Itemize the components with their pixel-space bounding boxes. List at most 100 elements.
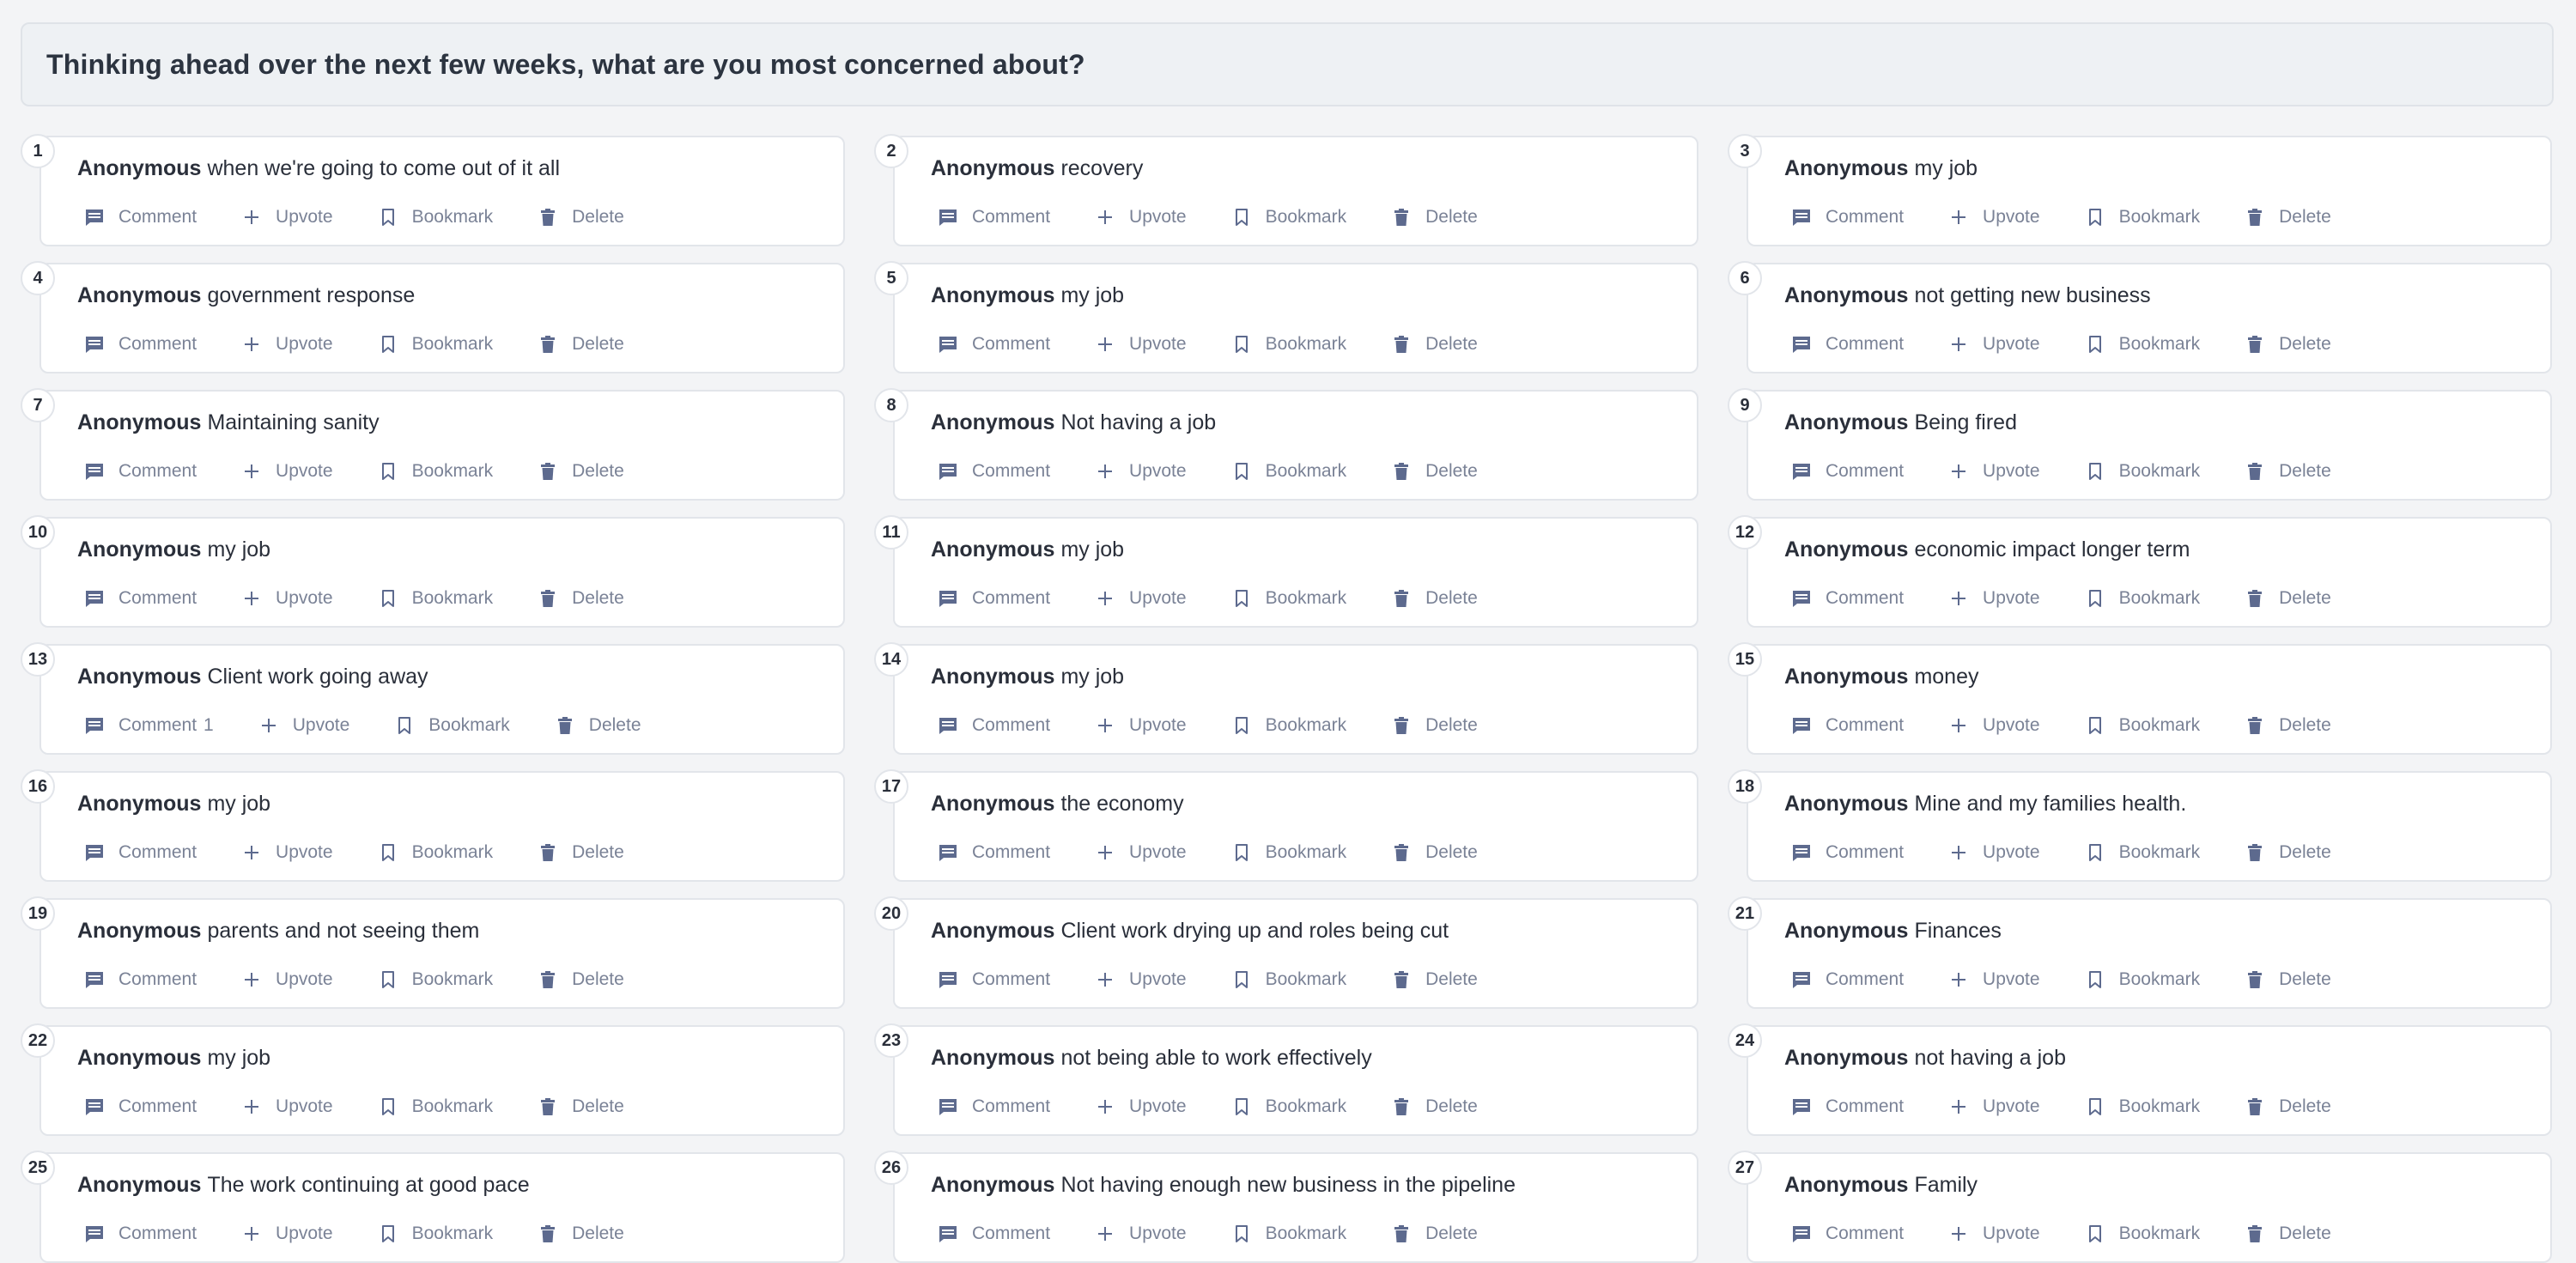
comment-button[interactable]: Comment	[1791, 1096, 1904, 1117]
delete-button[interactable]: Delete	[538, 461, 624, 482]
bookmark-button[interactable]: Bookmark	[2085, 1096, 2200, 1117]
upvote-button[interactable]: Upvote	[1095, 334, 1187, 355]
comment-button[interactable]: Comment	[938, 1096, 1050, 1117]
bookmark-button[interactable]: Bookmark	[378, 842, 493, 863]
upvote-button[interactable]: Upvote	[241, 842, 333, 863]
upvote-button[interactable]: Upvote	[1948, 842, 2040, 863]
delete-button[interactable]: Delete	[1391, 969, 1478, 990]
delete-button[interactable]: Delete	[2245, 1096, 2331, 1117]
delete-button[interactable]: Delete	[2245, 207, 2331, 228]
bookmark-button[interactable]: Bookmark	[1231, 207, 1346, 228]
comment-button[interactable]: Comment	[1791, 461, 1904, 482]
delete-button[interactable]: Delete	[538, 334, 624, 355]
delete-button[interactable]: Delete	[1391, 334, 1478, 355]
upvote-button[interactable]: Upvote	[1948, 588, 2040, 609]
comment-button[interactable]: Comment	[1791, 842, 1904, 863]
delete-button[interactable]: Delete	[538, 969, 624, 990]
bookmark-button[interactable]: Bookmark	[2085, 1224, 2200, 1244]
comment-button[interactable]: Comment	[84, 461, 197, 482]
comment-button[interactable]: Comment	[84, 1096, 197, 1117]
bookmark-button[interactable]: Bookmark	[378, 1096, 493, 1117]
delete-button[interactable]: Delete	[538, 1224, 624, 1244]
comment-button[interactable]: Comment	[938, 334, 1050, 355]
delete-button[interactable]: Delete	[538, 588, 624, 609]
upvote-button[interactable]: Upvote	[241, 334, 333, 355]
bookmark-button[interactable]: Bookmark	[2085, 334, 2200, 355]
bookmark-button[interactable]: Bookmark	[2085, 461, 2200, 482]
comment-button[interactable]: Comment	[1791, 715, 1904, 736]
delete-button[interactable]: Delete	[1391, 1224, 1478, 1244]
upvote-button[interactable]: Upvote	[258, 715, 349, 736]
upvote-button[interactable]: Upvote	[1948, 207, 2040, 228]
delete-button[interactable]: Delete	[538, 842, 624, 863]
comment-button[interactable]: Comment	[938, 207, 1050, 228]
comment-button[interactable]: Comment	[938, 1224, 1050, 1244]
bookmark-button[interactable]: Bookmark	[1231, 1096, 1346, 1117]
delete-button[interactable]: Delete	[2245, 842, 2331, 863]
upvote-button[interactable]: Upvote	[1948, 715, 2040, 736]
comment-button[interactable]: Comment	[84, 842, 197, 863]
comment-button[interactable]: Comment	[938, 969, 1050, 990]
comment-button[interactable]: Comment	[84, 207, 197, 228]
bookmark-button[interactable]: Bookmark	[1231, 842, 1346, 863]
upvote-button[interactable]: Upvote	[1948, 1096, 2040, 1117]
upvote-button[interactable]: Upvote	[1095, 842, 1187, 863]
comment-button[interactable]: Comment	[84, 969, 197, 990]
delete-button[interactable]: Delete	[1391, 715, 1478, 736]
bookmark-button[interactable]: Bookmark	[1231, 588, 1346, 609]
delete-button[interactable]: Delete	[2245, 969, 2331, 990]
comment-button[interactable]: Comment	[1791, 334, 1904, 355]
delete-button[interactable]: Delete	[1391, 842, 1478, 863]
upvote-button[interactable]: Upvote	[241, 588, 333, 609]
delete-button[interactable]: Delete	[2245, 715, 2331, 736]
bookmark-button[interactable]: Bookmark	[1231, 1224, 1346, 1244]
delete-button[interactable]: Delete	[538, 1096, 624, 1117]
comment-button[interactable]: Comment	[938, 461, 1050, 482]
delete-button[interactable]: Delete	[2245, 588, 2331, 609]
upvote-button[interactable]: Upvote	[1948, 1224, 2040, 1244]
comment-button[interactable]: Comment	[84, 588, 197, 609]
delete-button[interactable]: Delete	[555, 715, 641, 736]
upvote-button[interactable]: Upvote	[241, 1096, 333, 1117]
upvote-button[interactable]: Upvote	[1095, 1224, 1187, 1244]
upvote-button[interactable]: Upvote	[1948, 969, 2040, 990]
bookmark-button[interactable]: Bookmark	[1231, 969, 1346, 990]
bookmark-button[interactable]: Bookmark	[378, 461, 493, 482]
delete-button[interactable]: Delete	[1391, 588, 1478, 609]
bookmark-button[interactable]: Bookmark	[378, 588, 493, 609]
bookmark-button[interactable]: Bookmark	[378, 1224, 493, 1244]
comment-button[interactable]: Comment	[84, 1224, 197, 1244]
bookmark-button[interactable]: Bookmark	[1231, 715, 1346, 736]
upvote-button[interactable]: Upvote	[241, 461, 333, 482]
upvote-button[interactable]: Upvote	[1095, 969, 1187, 990]
delete-button[interactable]: Delete	[2245, 461, 2331, 482]
upvote-button[interactable]: Upvote	[241, 1224, 333, 1244]
comment-button[interactable]: Comment	[1791, 969, 1904, 990]
bookmark-button[interactable]: Bookmark	[1231, 461, 1346, 482]
upvote-button[interactable]: Upvote	[1095, 207, 1187, 228]
delete-button[interactable]: Delete	[538, 207, 624, 228]
upvote-button[interactable]: Upvote	[1948, 334, 2040, 355]
bookmark-button[interactable]: Bookmark	[378, 334, 493, 355]
upvote-button[interactable]: Upvote	[1095, 1096, 1187, 1117]
delete-button[interactable]: Delete	[1391, 461, 1478, 482]
bookmark-button[interactable]: Bookmark	[2085, 588, 2200, 609]
upvote-button[interactable]: Upvote	[241, 969, 333, 990]
comment-button[interactable]: Comment	[84, 334, 197, 355]
comment-button[interactable]: Comment	[938, 842, 1050, 863]
comment-button[interactable]: Comment 1	[84, 715, 214, 736]
bookmark-button[interactable]: Bookmark	[2085, 207, 2200, 228]
comment-button[interactable]: Comment	[938, 715, 1050, 736]
upvote-button[interactable]: Upvote	[1095, 715, 1187, 736]
bookmark-button[interactable]: Bookmark	[378, 207, 493, 228]
comment-button[interactable]: Comment	[1791, 588, 1904, 609]
delete-button[interactable]: Delete	[1391, 1096, 1478, 1117]
comment-button[interactable]: Comment	[938, 588, 1050, 609]
bookmark-button[interactable]: Bookmark	[2085, 842, 2200, 863]
delete-button[interactable]: Delete	[2245, 334, 2331, 355]
upvote-button[interactable]: Upvote	[1948, 461, 2040, 482]
bookmark-button[interactable]: Bookmark	[2085, 969, 2200, 990]
upvote-button[interactable]: Upvote	[1095, 461, 1187, 482]
delete-button[interactable]: Delete	[1391, 207, 1478, 228]
bookmark-button[interactable]: Bookmark	[1231, 334, 1346, 355]
